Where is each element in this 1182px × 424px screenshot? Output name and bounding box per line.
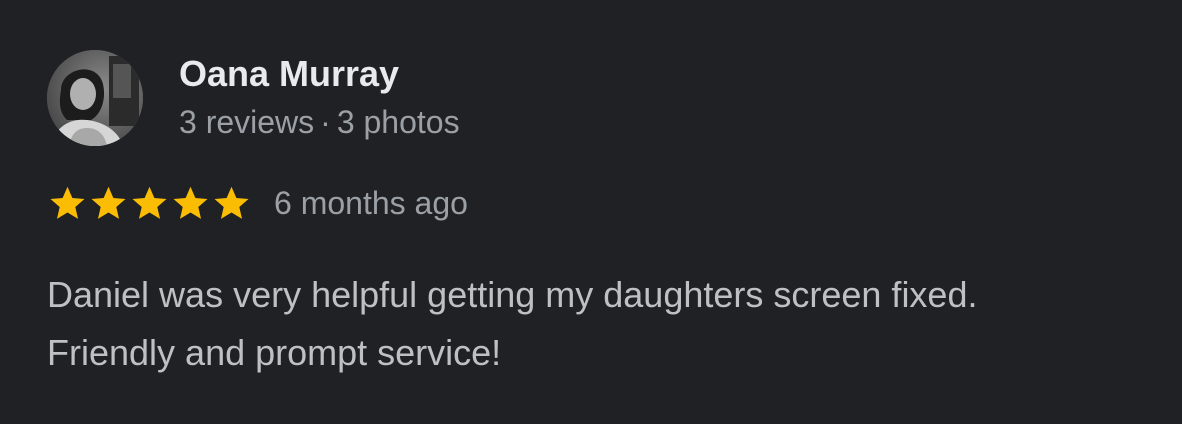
meta-separator: · <box>320 104 331 140</box>
author-avatar[interactable] <box>47 50 143 146</box>
rating-row: 6 months ago <box>47 180 468 226</box>
star-icon <box>211 183 252 224</box>
star-icon <box>170 183 211 224</box>
reviews-count: 3 reviews <box>179 104 315 140</box>
review-text: Daniel was very helpful getting my daugh… <box>47 266 1157 382</box>
photos-count: 3 photos <box>336 104 460 140</box>
star-icon <box>47 183 88 224</box>
review-text-line-1: Daniel was very helpful getting my daugh… <box>47 274 978 315</box>
star-rating <box>47 183 252 224</box>
review-text-line-2: Friendly and prompt service! <box>47 332 502 373</box>
review-card: Oana Murray 3 reviews · 3 photos 6 months … <box>0 0 1182 424</box>
review-age: 6 months ago <box>274 185 468 221</box>
author-meta: 3 reviews · 3 photos <box>179 101 460 143</box>
star-icon <box>88 183 129 224</box>
avatar-photo-icon <box>47 50 143 146</box>
star-icon <box>129 183 170 224</box>
author-name[interactable]: Oana Murray <box>179 52 399 96</box>
